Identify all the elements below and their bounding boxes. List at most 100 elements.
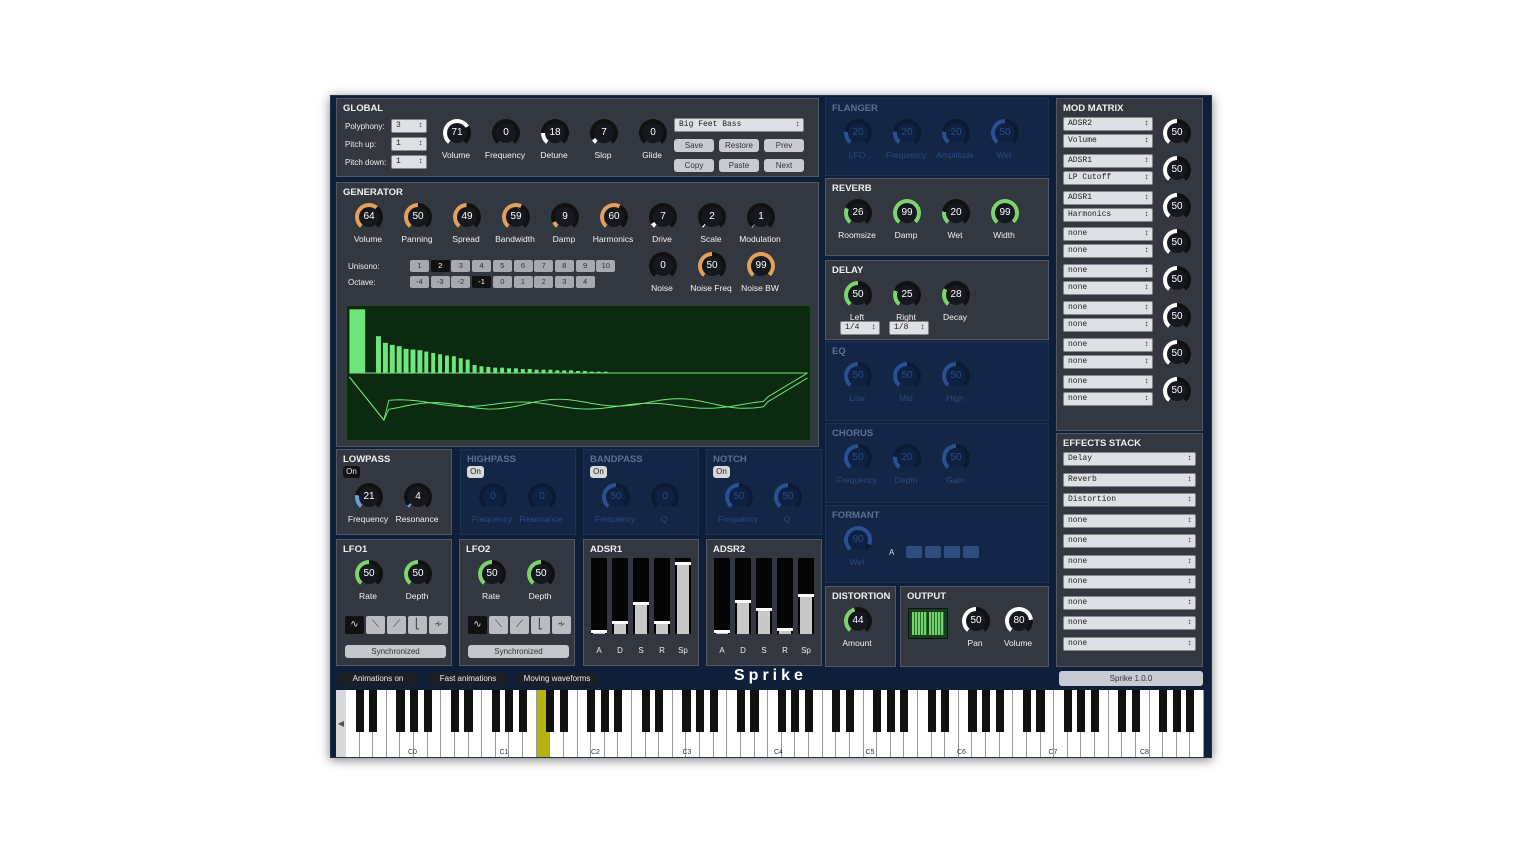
formant-wet-knob[interactable]: 90 Wet [832,526,882,570]
black-key[interactable] [777,690,786,732]
chorus-gain-knob[interactable]: 50 Gain [930,444,980,488]
mod-source-select-2[interactable]: ADSR1 [1063,153,1153,168]
lfo1-wave-saw-up-button[interactable]: ⟋ [387,616,406,634]
mod-target-select-1[interactable]: Volume [1063,134,1153,148]
formant-vowel-e[interactable] [906,546,922,558]
unisono-7-button[interactable]: 7 [534,260,554,272]
octave-minus2-button[interactable]: -2 [451,276,471,288]
black-key[interactable] [655,690,664,732]
prev-button[interactable]: Prev [764,139,804,152]
black-key[interactable] [968,690,977,732]
effects-slot-7-select[interactable]: none [1063,575,1196,589]
octave-minus3-button[interactable]: -3 [430,276,450,288]
formant-vowel-u[interactable] [963,546,979,558]
reverb-width-knob[interactable]: 99 Width [979,199,1029,243]
pitch-up-select[interactable]: 1 [391,137,427,151]
bandpass-on-toggle[interactable]: On [590,466,607,478]
black-key[interactable] [1172,690,1181,732]
black-key[interactable] [450,690,460,732]
black-key[interactable] [941,690,950,732]
adsr2-d-slider[interactable] [735,558,751,634]
effects-slot-3-select[interactable]: Distortion [1063,493,1196,507]
black-key[interactable] [641,690,650,732]
black-key[interactable] [369,690,378,732]
effects-slot-10-select[interactable]: none [1063,636,1196,651]
mod-source-select-4[interactable]: none [1063,227,1153,242]
unisono-3-button[interactable]: 3 [451,260,471,272]
piano-keyboard[interactable]: C0 C1 C2 C3 C4 C5 C6 C7 C8 [346,690,1204,757]
delay-right-sync[interactable]: 1/8 [889,321,929,335]
unisono-10-button[interactable]: 10 [596,260,616,272]
black-key[interactable] [559,690,568,732]
black-key[interactable] [845,690,854,732]
black-key[interactable] [750,690,759,732]
black-key[interactable] [804,690,814,732]
effects-slot-9-select[interactable]: none [1063,616,1196,630]
black-key[interactable] [709,690,718,732]
black-key[interactable] [1022,690,1032,732]
black-key[interactable] [505,690,514,732]
keyboard-scroll-left[interactable]: ◀ [336,690,346,757]
black-key[interactable] [886,690,895,732]
copy-button[interactable]: Copy [674,159,714,172]
pitch-down-select[interactable]: 1 [391,155,427,169]
black-key[interactable] [396,690,405,732]
adsr1-s-slider[interactable] [633,558,649,634]
black-key[interactable] [1036,690,1045,732]
black-key[interactable] [1159,690,1168,732]
lfo2-wave-saw-up-button[interactable]: ⟋ [510,616,529,634]
effects-slot-2-select[interactable]: Reverb [1063,472,1196,487]
save-button[interactable]: Save [674,139,714,152]
lfo1-depth-knob[interactable]: 50 Depth [392,560,442,604]
black-key[interactable] [587,690,596,732]
black-key[interactable] [682,690,691,732]
adsr2-sp-slider[interactable] [798,558,814,634]
octave-1-button[interactable]: 1 [513,276,533,288]
black-key[interactable] [927,690,936,732]
mod-target-select-7[interactable]: none [1063,354,1153,369]
black-key[interactable] [423,690,432,732]
formant-vowel-o[interactable] [944,546,960,558]
moving-waveforms-toggle[interactable]: Moving waveforms [516,672,598,686]
black-key[interactable] [1186,690,1195,732]
black-key[interactable] [995,690,1004,732]
black-key[interactable] [518,690,528,732]
effects-slot-5-select[interactable]: none [1063,534,1196,548]
flanger-wet-knob[interactable]: 50 Wet [979,119,1029,163]
lfo2-wave-noise-button[interactable]: ∻ [552,616,571,634]
mod-amount-8--knob[interactable]: 50 [1151,376,1201,421]
black-key[interactable] [491,690,500,732]
lfo1-wave-saw-down-button[interactable]: ⟍ [366,616,385,634]
adsr2-s-slider[interactable] [756,558,772,634]
mod-target-select-2[interactable]: LP Cutoff [1063,170,1153,185]
lfo1-sync-button[interactable]: Synchronized [345,645,446,658]
mod-source-select-7[interactable]: none [1063,337,1153,352]
black-key[interactable] [873,690,882,732]
distortion-amount-knob[interactable]: 44 Amount [832,607,882,651]
lowpass-on-toggle[interactable]: On [343,466,360,478]
unisono-1-button[interactable]: 1 [410,260,429,272]
restore-button[interactable]: Restore [719,139,759,152]
mod-source-select-3[interactable]: ADSR1 [1063,190,1153,205]
octave-minus4-button[interactable]: -4 [410,276,429,288]
black-key[interactable] [464,690,473,732]
mod-source-select-8[interactable]: none [1063,374,1153,389]
animations-toggle[interactable]: Animations on [338,672,418,686]
unisono-8-button[interactable]: 8 [554,260,574,272]
version-button[interactable]: Sprike 1.0.0 [1059,671,1203,686]
bandpass-q-knob[interactable]: 0Q [639,483,689,527]
octave-minus1-button[interactable]: -1 [472,276,492,288]
notch-q-knob[interactable]: 50 Q [762,483,812,527]
black-key[interactable] [1131,690,1140,732]
black-key[interactable] [410,690,419,732]
highpass-on-toggle[interactable]: On [467,466,484,478]
black-key[interactable] [546,690,555,732]
octave-0-button[interactable]: 0 [492,276,512,288]
lfo1-wave-sine-button[interactable]: ∿ [345,616,364,634]
highpass-resonance-knob[interactable]: 0 Resonance [516,483,566,527]
black-key[interactable] [832,690,841,732]
lfo2-depth-knob[interactable]: 50 Depth [515,560,565,604]
octave-4-button[interactable]: 4 [575,276,595,288]
lfo2-wave-saw-down-button[interactable]: ⟍ [489,616,508,634]
unisono-5-button[interactable]: 5 [492,260,512,272]
